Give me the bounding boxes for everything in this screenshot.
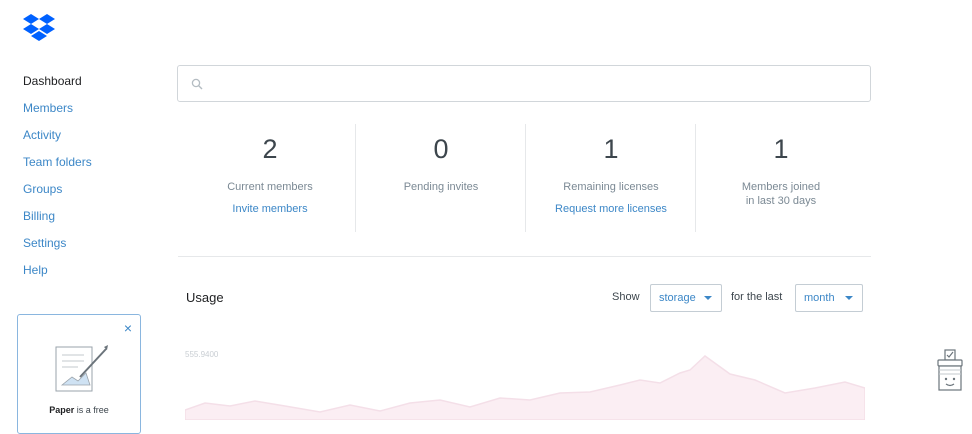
usage-title: Usage: [186, 290, 224, 305]
dropbox-logo[interactable]: [22, 12, 56, 44]
chevron-down-icon: [704, 296, 712, 300]
close-icon[interactable]: ×: [124, 321, 132, 335]
promo-text-rest: is a free: [74, 405, 109, 415]
sidebar-item-dashboard[interactable]: Dashboard: [23, 74, 92, 101]
sidebar-item-members[interactable]: Members: [23, 101, 92, 128]
for-the-last-label: for the last: [731, 291, 783, 303]
feedback-box-icon[interactable]: [936, 348, 964, 392]
metric-select[interactable]: storage: [650, 284, 722, 312]
stat-remaining-licenses: 1 Remaining licenses Request more licens…: [525, 124, 696, 232]
usage-chart-area: [184, 355, 866, 421]
search-input[interactable]: [212, 72, 856, 96]
sidebar-item-billing[interactable]: Billing: [23, 209, 92, 236]
stat-label-line1: Members joined: [741, 181, 821, 193]
sidebar-item-activity[interactable]: Activity: [23, 128, 92, 155]
stat-number: 0: [433, 134, 449, 164]
stat-label: Pending invites: [403, 181, 479, 193]
sidebar-nav: Dashboard Members Activity Team folders …: [23, 74, 92, 290]
stat-label: Members joined in last 30 days: [696, 180, 866, 208]
promo-text: Paper is a free: [18, 405, 140, 415]
search-icon: [191, 78, 203, 90]
usage-area: [184, 355, 866, 421]
show-label: Show: [612, 291, 640, 303]
stats-panel: 2 Current members Invite members 0 Pendi…: [185, 124, 864, 232]
paper-promo-card: × Paper is a free: [17, 314, 141, 434]
sidebar-item-help[interactable]: Help: [23, 263, 92, 290]
promo-text-bold: Paper: [49, 405, 75, 415]
stat-label-line2: in last 30 days: [745, 195, 817, 207]
stat-number: 1: [603, 134, 619, 164]
stat-label: Remaining licenses: [563, 181, 659, 193]
metric-select-value: storage: [659, 292, 696, 304]
invite-members-link[interactable]: Invite members: [185, 202, 355, 216]
stat-members-joined: 1 Members joined in last 30 days: [695, 124, 866, 232]
stat-current-members: 2 Current members Invite members: [185, 124, 355, 232]
paper-illustration: [55, 345, 108, 392]
period-select[interactable]: month: [795, 284, 863, 312]
section-divider: [178, 256, 871, 257]
period-select-value: month: [804, 292, 835, 304]
stat-number: 1: [773, 134, 789, 164]
stat-label: Current members: [227, 181, 313, 193]
stat-pending-invites: 0 Pending invites: [355, 124, 526, 232]
sidebar-item-team-folders[interactable]: Team folders: [23, 155, 92, 182]
search-bar[interactable]: [177, 65, 871, 102]
usage-chart: 555.9400: [184, 340, 866, 421]
chevron-down-icon: [845, 296, 853, 300]
sidebar-item-settings[interactable]: Settings: [23, 236, 92, 263]
chart-axis-label: 555.9400: [185, 350, 219, 359]
sidebar-item-groups[interactable]: Groups: [23, 182, 92, 209]
stat-number: 2: [262, 134, 278, 164]
request-more-licenses-link[interactable]: Request more licenses: [526, 202, 696, 216]
